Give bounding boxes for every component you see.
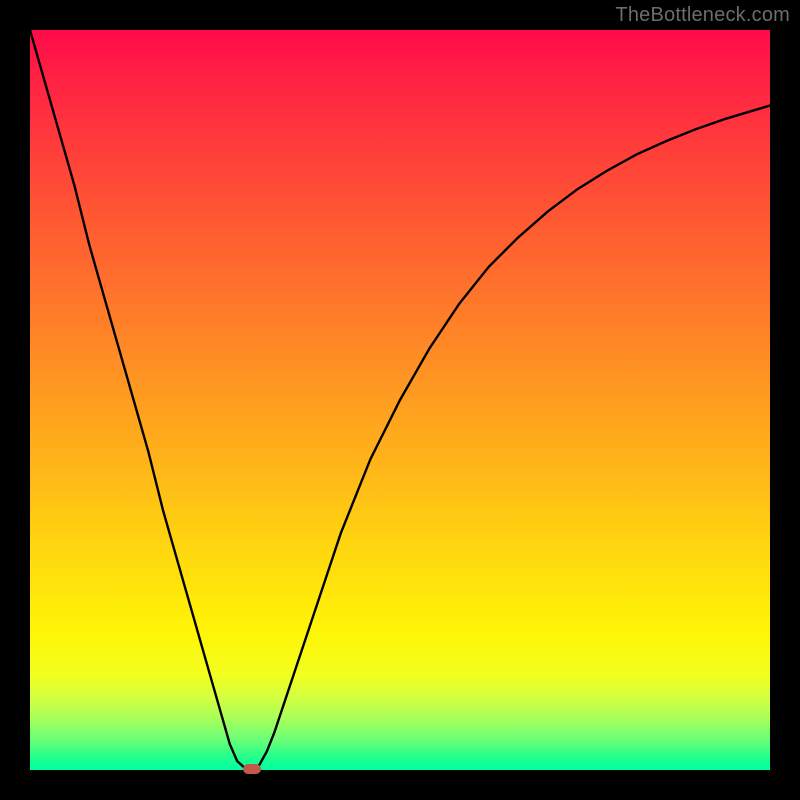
bottleneck-curve [30, 30, 770, 770]
minimum-marker [243, 764, 261, 774]
watermark-text: TheBottleneck.com [615, 4, 790, 27]
plot-area [30, 30, 770, 770]
curve-path [30, 30, 770, 770]
chart-frame: TheBottleneck.com [0, 0, 800, 800]
